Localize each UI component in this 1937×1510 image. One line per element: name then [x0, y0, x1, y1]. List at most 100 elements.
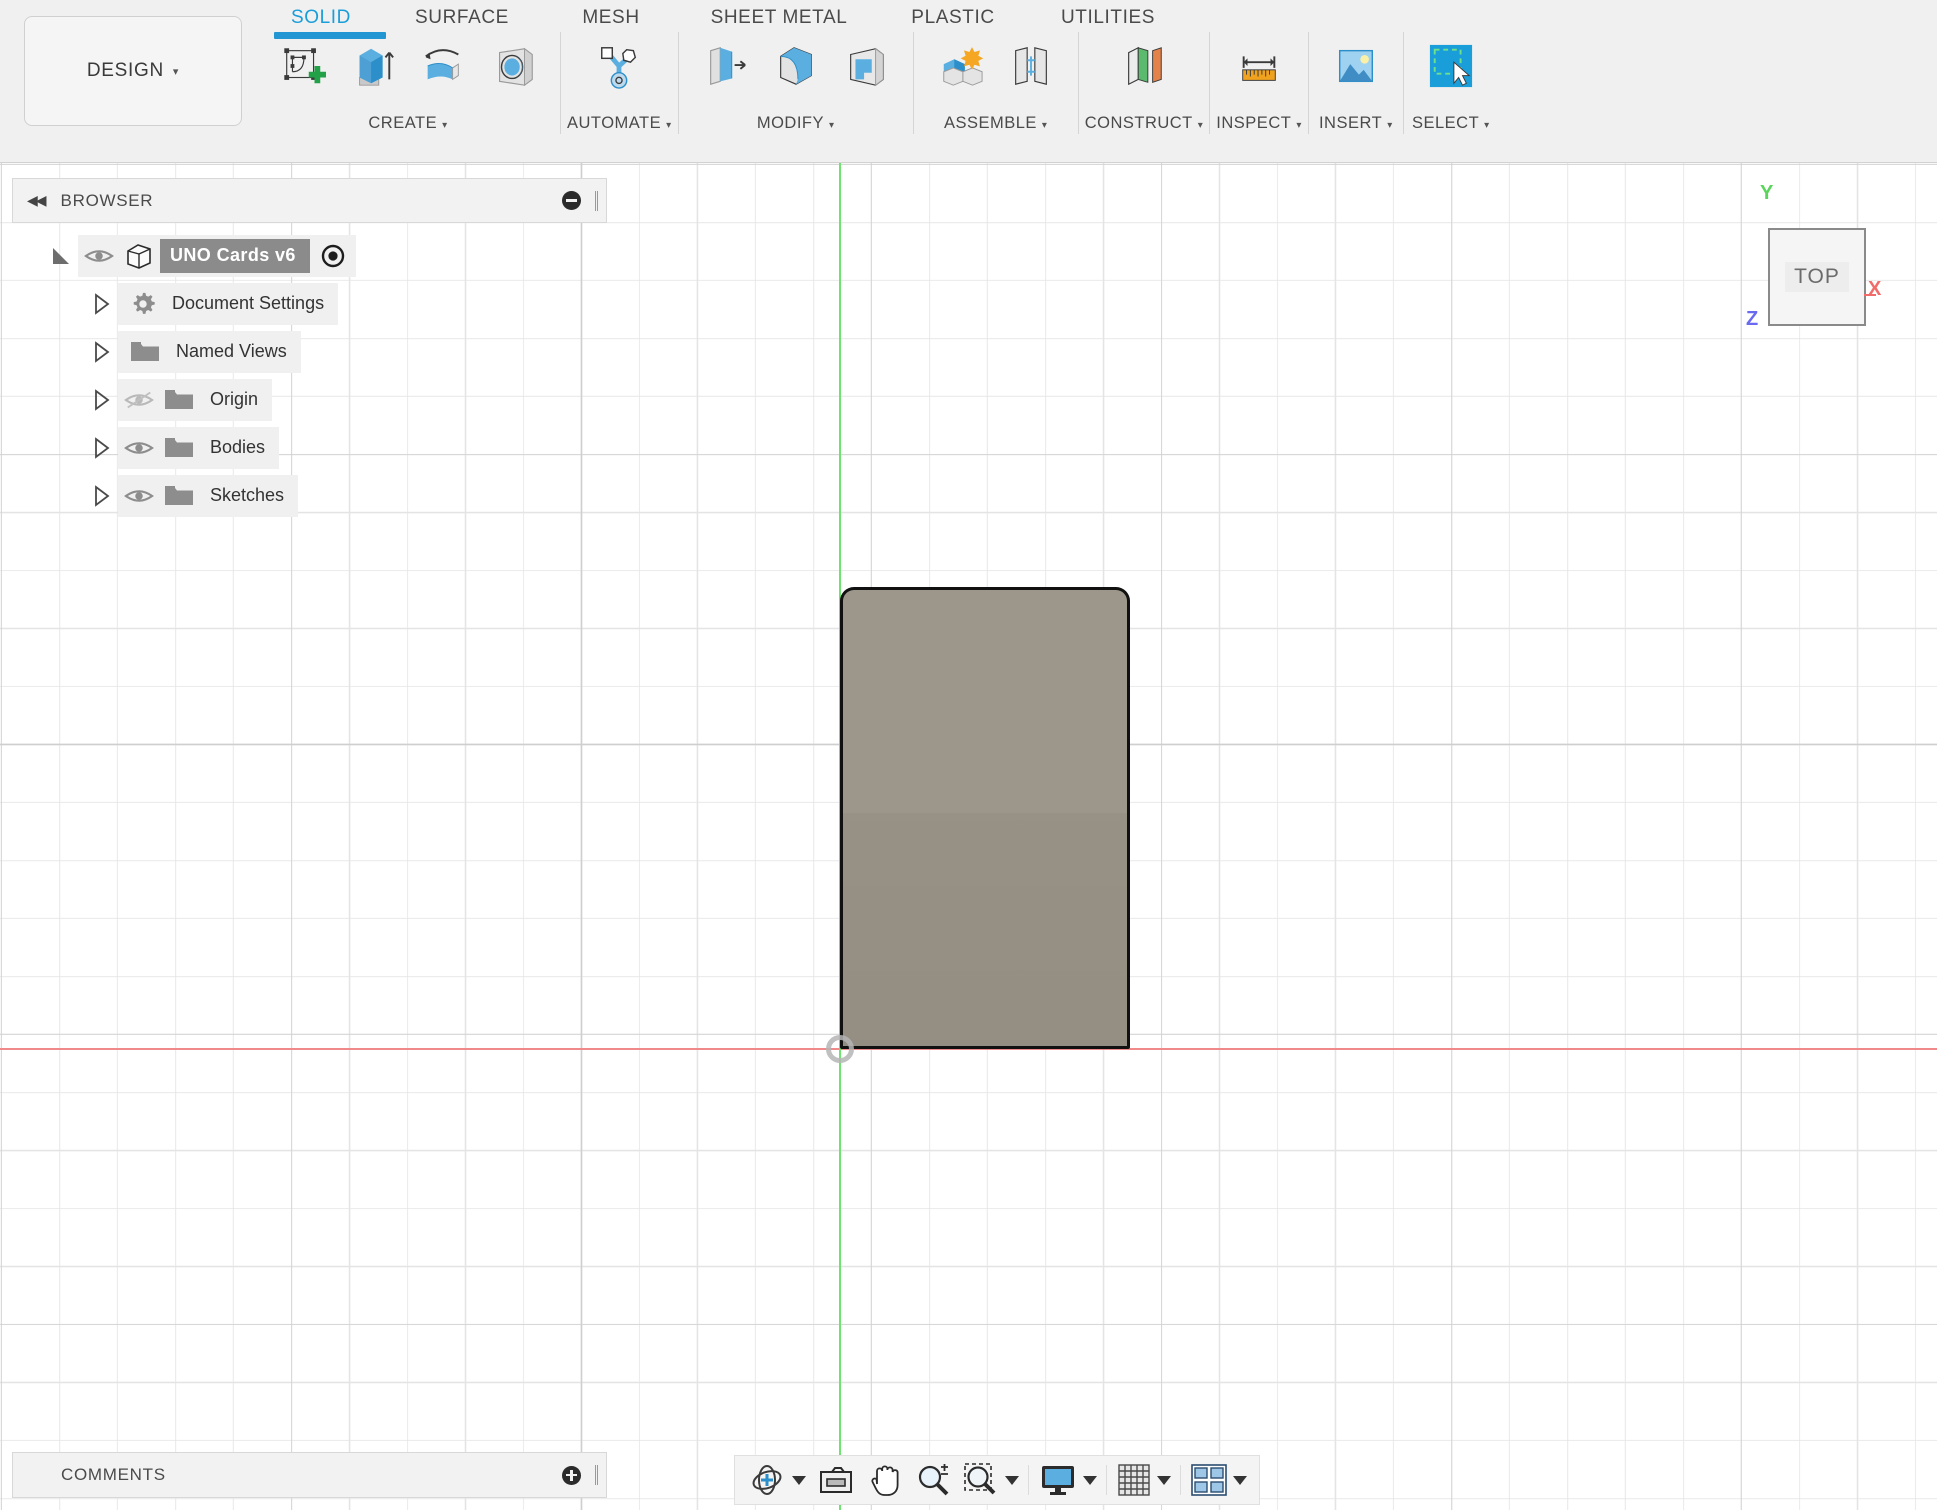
view-navigation-bar	[734, 1455, 1260, 1505]
ribbon-group-icons	[262, 32, 554, 110]
ribbon-group-label-construct[interactable]: CONSTRUCT ▾	[1085, 114, 1204, 133]
tab-mesh[interactable]: MESH	[542, 3, 680, 33]
chevron-down-icon: ▾	[1484, 120, 1490, 131]
nav-zoom[interactable]	[910, 1458, 956, 1502]
tab-utilities[interactable]: UTILITIES	[1028, 3, 1188, 33]
ribbon-group-label-create[interactable]: CREATE ▾	[368, 114, 447, 133]
ribbon-group-separator	[560, 32, 561, 134]
panel-grip-icon[interactable]	[595, 1465, 598, 1485]
tab-solid[interactable]: SOLID	[260, 3, 382, 33]
ribbon-group-create: CREATE ▾	[262, 32, 554, 133]
tree-item-content: Bodies	[118, 427, 280, 469]
hole-button[interactable]	[482, 32, 544, 100]
ribbon-group-insert: INSERT ▾	[1315, 32, 1397, 133]
chevron-down-icon: ▾	[172, 65, 180, 78]
revolve-icon	[420, 43, 466, 89]
eye-visible-icon[interactable]	[124, 484, 154, 508]
activate-component-radio[interactable]	[320, 243, 346, 269]
tab-plastic[interactable]: PLASTIC	[878, 3, 1028, 33]
ribbon-group-icons	[685, 32, 907, 110]
tree-item-uno-cards-v6[interactable]: UNO Cards v6	[12, 232, 607, 280]
tree-item-origin[interactable]: Origin	[12, 376, 607, 424]
press-pull-button[interactable]	[695, 32, 757, 100]
joint-button[interactable]	[1000, 32, 1062, 100]
uno-card-body[interactable]	[840, 587, 1130, 1049]
chevron-down-icon[interactable]	[1083, 1475, 1097, 1485]
nav-separator	[1028, 1465, 1029, 1495]
workspace-switcher-button[interactable]: DESIGN ▾	[24, 16, 242, 126]
tree-item-bodies[interactable]: Bodies	[12, 424, 607, 472]
chevron-down-icon[interactable]	[792, 1475, 806, 1485]
comments-panel-title: COMMENTS	[61, 1465, 166, 1484]
twisty-collapsed-icon[interactable]	[84, 485, 118, 507]
fillet-icon	[773, 43, 819, 89]
insert-canvas-button[interactable]	[1325, 32, 1387, 100]
hole-icon	[490, 43, 536, 89]
ribbon-group-label-automate[interactable]: AUTOMATE ▾	[567, 114, 672, 133]
tab-sheet-metal[interactable]: SHEET METAL	[680, 3, 878, 33]
chevron-down-icon[interactable]	[1005, 1475, 1019, 1485]
tree-item-content: Document Settings	[118, 283, 339, 325]
nav-orbit[interactable]	[743, 1458, 810, 1502]
chevron-down-icon: ▾	[829, 120, 835, 131]
browser-tree: UNO Cards v6 Document Settings Named Views…	[12, 232, 607, 520]
twisty-collapsed-icon[interactable]	[84, 389, 118, 411]
nav-display-settings[interactable]	[1034, 1458, 1101, 1502]
ribbon-group-assemble: ASSEMBLE ▾	[920, 32, 1072, 133]
ribbon-group-separator	[1307, 32, 1309, 134]
eye-hidden-icon[interactable]	[124, 388, 154, 412]
minus-circle-icon[interactable]	[562, 191, 581, 210]
panel-grip-icon[interactable]	[595, 190, 598, 211]
browser-panel-title: BROWSER	[60, 190, 154, 210]
plus-circle-icon[interactable]	[562, 1465, 581, 1485]
nav-fit[interactable]	[958, 1458, 1023, 1502]
joint-icon	[1008, 43, 1054, 89]
chevron-down-icon[interactable]	[1233, 1475, 1247, 1485]
automate-assembly-button[interactable]	[588, 32, 650, 100]
workspace-switcher-label: DESIGN	[86, 60, 164, 81]
nav-viewport-layout[interactable]	[1186, 1458, 1251, 1502]
ribbon-group-label-text: SELECT	[1411, 114, 1480, 132]
ribbon-group-separator	[1402, 32, 1404, 134]
axis-tick-x	[1864, 294, 1876, 296]
tree-item-sketches[interactable]: Sketches	[12, 472, 607, 520]
ribbon-group-label-inspect[interactable]: INSPECT ▾	[1216, 114, 1302, 133]
offset-plane-button[interactable]	[1113, 32, 1175, 100]
ribbon-group-icons	[920, 32, 1072, 110]
axis-label-y: Y	[1760, 182, 1774, 204]
select-window-button[interactable]	[1420, 32, 1482, 100]
zoom-window-icon	[962, 1462, 1000, 1498]
shell-button[interactable]	[835, 32, 897, 100]
nav-grid-snaps[interactable]	[1112, 1458, 1175, 1502]
origin-point[interactable]	[826, 1035, 854, 1063]
ribbon-group-label-assemble[interactable]: ASSEMBLE ▾	[944, 114, 1048, 133]
view-cube-face-top[interactable]: TOP	[1768, 228, 1866, 326]
nav-pan[interactable]	[862, 1458, 908, 1502]
tree-item-named-views[interactable]: Named Views	[12, 328, 607, 376]
tree-item-document-settings[interactable]: Document Settings	[12, 280, 607, 328]
eye-visible-icon[interactable]	[124, 436, 154, 460]
chevron-down-icon[interactable]	[1157, 1475, 1171, 1485]
fillet-button[interactable]	[765, 32, 827, 100]
ribbon-group-label-insert[interactable]: INSERT ▾	[1319, 114, 1393, 133]
twisty-collapsed-icon[interactable]	[84, 437, 118, 459]
twisty-expanded-icon[interactable]	[44, 245, 78, 267]
new-component-button[interactable]	[930, 32, 992, 100]
revolve-button[interactable]	[412, 32, 474, 100]
twisty-collapsed-icon[interactable]	[84, 293, 118, 315]
ribbon-group-label-text: MODIFY	[756, 114, 824, 132]
tab-surface[interactable]: SURFACE	[382, 3, 542, 33]
comments-panel-header: COMMENTS	[12, 1452, 607, 1498]
ribbon-group-label-select[interactable]: SELECT ▾	[1412, 114, 1490, 133]
create-sketch-button[interactable]	[272, 32, 334, 100]
nav-look-at[interactable]	[812, 1458, 860, 1502]
extrude-button[interactable]	[342, 32, 404, 100]
measure-button[interactable]	[1228, 32, 1290, 100]
ribbon-group-separator	[1077, 32, 1079, 134]
ribbon-group-label-modify[interactable]: MODIFY ▾	[757, 114, 835, 133]
view-cube[interactable]: TOP Y Z X	[1746, 182, 1881, 330]
tab-solid-label: SOLID	[290, 7, 352, 28]
eye-visible-icon[interactable]	[84, 244, 114, 268]
collapse-panel-icon[interactable]: ◀◀	[27, 192, 46, 209]
twisty-collapsed-icon[interactable]	[84, 341, 118, 363]
